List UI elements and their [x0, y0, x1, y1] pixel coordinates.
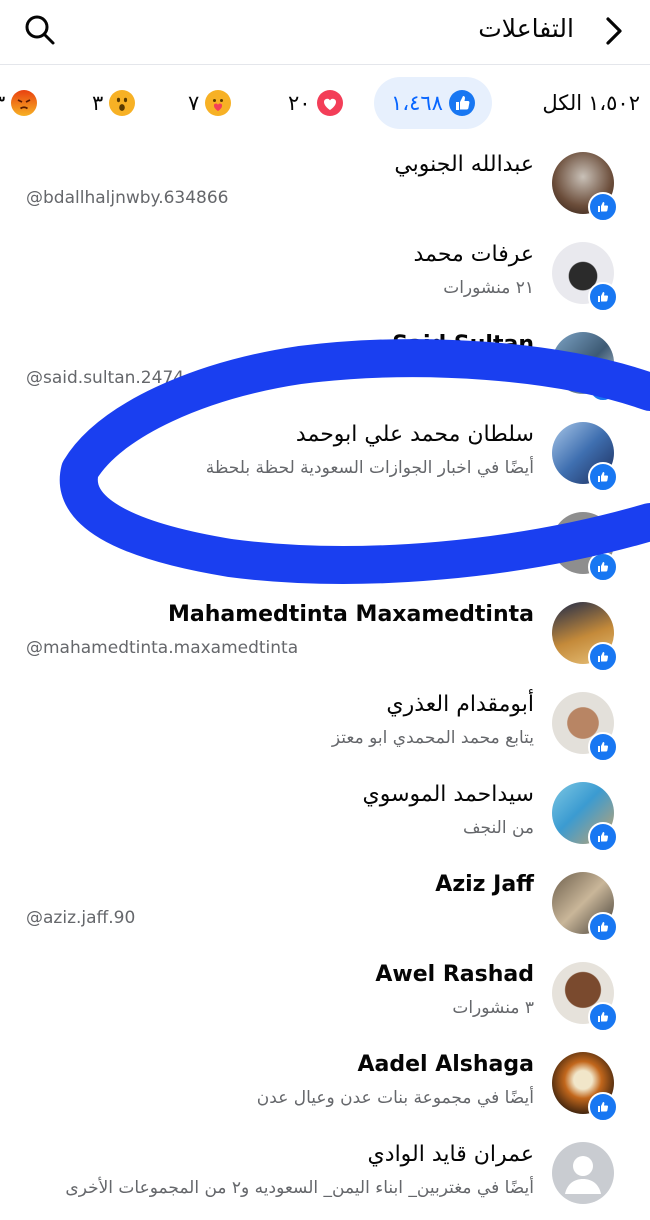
user-subtitle: أيضًا في مجموعة بنات عدن وعيال عدن: [256, 1088, 534, 1108]
care-icon: [205, 90, 232, 116]
like-badge-icon: [588, 462, 618, 492]
user-name[interactable]: عمران قايد الوادي: [368, 1140, 534, 1170]
user-subtitle: من النجف: [462, 818, 534, 838]
user-subtitle: @aziz.jaff.90: [26, 908, 136, 928]
avatar[interactable]: [552, 152, 618, 222]
user-subtitle: @said.sultan.2474: [26, 368, 185, 388]
tab-care-count: ٧: [188, 91, 200, 115]
tab-like-count: ١،٤٦٨: [391, 91, 443, 115]
user-name[interactable]: عرفات محمد: [414, 240, 534, 270]
user-name[interactable]: أبومقدام العذري: [386, 690, 534, 720]
like-badge-icon: [588, 552, 618, 582]
tab-wow[interactable]: ٣: [92, 77, 136, 129]
tab-like[interactable]: ١،٤٦٨: [374, 77, 492, 129]
user-subtitle: ٢١ منشورات: [443, 278, 534, 298]
avatar[interactable]: [552, 782, 618, 852]
tab-angry-count: ٣: [0, 91, 5, 115]
avatar[interactable]: [552, 1052, 618, 1122]
love-icon: [316, 90, 343, 116]
tab-care[interactable]: ٧: [188, 77, 232, 129]
avatar[interactable]: [552, 692, 618, 762]
avatar[interactable]: [552, 242, 618, 312]
like-badge-icon: [588, 912, 618, 942]
list-item[interactable]: ٦٨٨ منشورات: [0, 500, 650, 590]
avatar[interactable]: [552, 602, 618, 672]
avatar[interactable]: [552, 512, 618, 582]
user-subtitle: أيضًا في اخبار الجوازات السعودية لحظة بل…: [205, 458, 534, 478]
list-item[interactable]: أبومقدام العذري يتابع محمد المحمدي ابو م…: [0, 680, 650, 770]
list-item[interactable]: عرفات محمد ٢١ منشورات: [0, 230, 650, 320]
tab-wow-count: ٣: [92, 91, 104, 115]
avatar[interactable]: [552, 332, 618, 402]
avatar[interactable]: [552, 1142, 614, 1204]
tab-all-count: ١،٥٠٢: [588, 91, 640, 115]
top-bar: التفاعلات: [0, 0, 650, 62]
page-title: التفاعلات: [478, 14, 574, 43]
like-badge-icon: [588, 822, 618, 852]
tab-love[interactable]: ٢٠: [288, 77, 343, 129]
list-item[interactable]: عبدالله الجنوبي @bdallhaljnwby.634866: [0, 140, 650, 230]
like-icon: [448, 90, 475, 116]
search-icon[interactable]: [22, 12, 58, 48]
chevron-right-icon[interactable]: [598, 14, 628, 48]
user-name[interactable]: Aziz Jaff: [435, 870, 534, 900]
like-badge-icon: [588, 642, 618, 672]
list-item[interactable]: Mahamedtinta Maxamedtinta @mahamedtinta.…: [0, 590, 650, 680]
tab-all[interactable]: الكل ١،٥٠٢: [542, 77, 640, 129]
user-name[interactable]: Said Sultan: [392, 330, 534, 360]
user-subtitle: أيضًا في مغتربين_ ابناء اليمن_ السعوديه …: [65, 1178, 534, 1198]
list-item[interactable]: سيداحمد الموسوي من النجف: [0, 770, 650, 860]
user-name[interactable]: Awel Rashad: [375, 960, 534, 990]
list-item[interactable]: سلطان محمد علي ابوحمد أيضًا في اخبار الج…: [0, 410, 650, 500]
tab-angry[interactable]: ٣: [0, 77, 38, 129]
like-badge-icon: [588, 1092, 618, 1122]
user-subtitle: ٦٨٨ منشورات: [434, 548, 534, 568]
user-name[interactable]: Aadel Alshaga: [357, 1050, 534, 1080]
reaction-tabs: الكل ١،٥٠٢ ١،٤٦٨ ٢٠ ٧ ٣ ٣: [0, 64, 650, 141]
wow-icon: [109, 90, 136, 116]
list-item[interactable]: Said Sultan @said.sultan.2474: [0, 320, 650, 410]
list-item[interactable]: Aziz Jaff @aziz.jaff.90: [0, 860, 650, 950]
like-badge-icon: [588, 732, 618, 762]
list-item[interactable]: عمران قايد الوادي أيضًا في مغتربين_ ابنا…: [0, 1130, 650, 1220]
user-name[interactable]: سيداحمد الموسوي: [362, 780, 534, 810]
user-subtitle: ٣ منشورات: [452, 998, 534, 1018]
avatar[interactable]: [552, 962, 618, 1032]
user-subtitle: @mahamedtinta.maxamedtinta: [26, 638, 299, 658]
user-name[interactable]: Mahamedtinta Maxamedtinta: [168, 600, 534, 630]
like-badge-icon: [588, 372, 618, 402]
like-badge-icon: [588, 1002, 618, 1032]
avatar[interactable]: [552, 872, 618, 942]
avatar[interactable]: [552, 422, 618, 492]
list-item[interactable]: Aadel Alshaga أيضًا في مجموعة بنات عدن و…: [0, 1040, 650, 1130]
user-subtitle: @bdallhaljnwby.634866: [26, 188, 229, 208]
user-name[interactable]: عبدالله الجنوبي: [394, 150, 534, 180]
user-subtitle: يتابع محمد المحمدي ابو معتز: [331, 728, 534, 748]
tab-all-label: الكل: [542, 91, 583, 115]
user-name[interactable]: سلطان محمد علي ابوحمد: [296, 420, 534, 450]
angry-icon: [11, 90, 38, 116]
list-item[interactable]: Awel Rashad ٣ منشورات: [0, 950, 650, 1040]
like-badge-icon: [588, 282, 618, 312]
tab-love-count: ٢٠: [288, 91, 311, 115]
default-avatar-icon: [552, 1142, 614, 1204]
like-badge-icon: [588, 192, 618, 222]
